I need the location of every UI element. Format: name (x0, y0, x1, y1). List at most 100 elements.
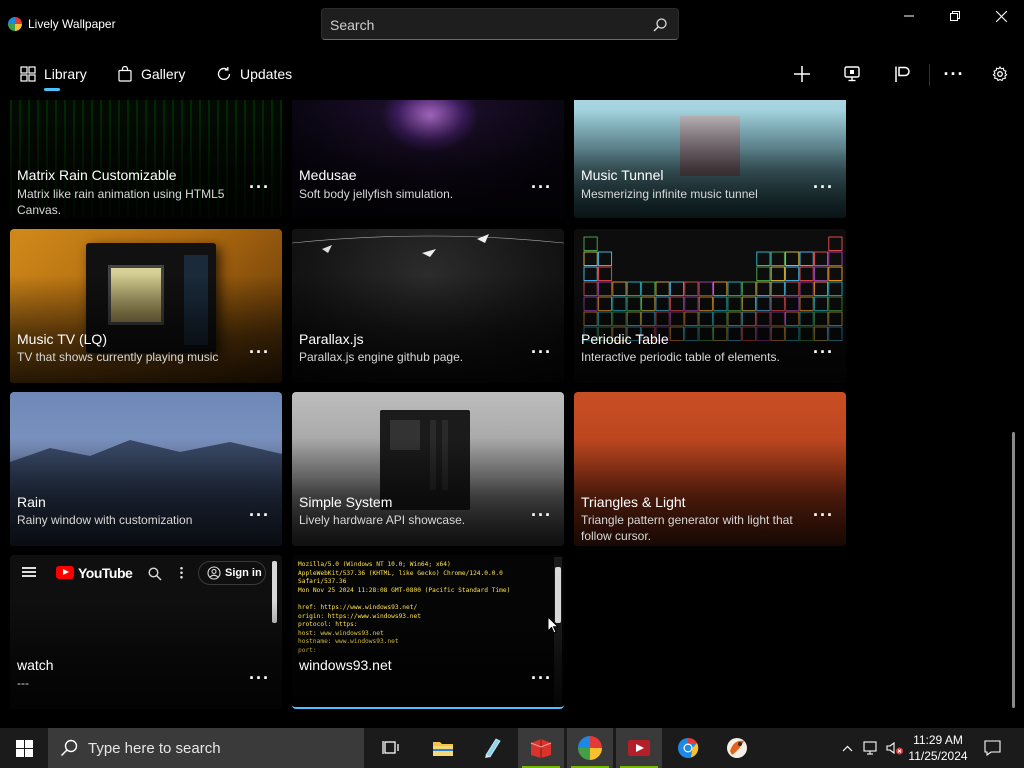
taskbar-search-box[interactable]: Type here to search (48, 728, 364, 768)
tab-updates[interactable]: Updates (216, 60, 292, 88)
show-hidden-icons-button[interactable] (838, 728, 856, 768)
wallpaper-card-parallax[interactable]: Parallax.js Parallax.js engine github pa… (292, 229, 564, 383)
card-more-button[interactable]: ··· (531, 343, 552, 361)
search-icon (60, 739, 78, 757)
card-title: Periodic Table (581, 331, 669, 347)
card-more-button[interactable]: ··· (249, 506, 270, 524)
title-bar: Lively Wallpaper (0, 0, 1024, 48)
card-more-button[interactable]: ··· (813, 506, 834, 524)
tab-updates-label: Updates (240, 66, 293, 82)
clock-time: 11:29 AM (913, 733, 963, 747)
taskbar-chrome[interactable] (665, 728, 711, 768)
wallpaper-card-medusae[interactable]: Medusae Soft body jellyfish simulation. … (292, 100, 564, 218)
search-input[interactable] (330, 15, 630, 35)
folder-icon (433, 742, 453, 756)
card-description: Triangle pattern generator with light th… (581, 513, 793, 543)
card-description: Interactive periodic table of elements. (581, 350, 780, 364)
wallpaper-card-windows93[interactable]: Mozilla/5.0 (Windows NT 10.0; Win64; x64… (292, 555, 564, 709)
card-title: Medusae (299, 167, 357, 183)
close-button[interactable] (978, 0, 1024, 32)
search-icon (148, 567, 162, 581)
card-more-button[interactable]: ··· (531, 669, 552, 687)
card-title: Music TV (LQ) (17, 331, 107, 347)
taskbar-app-pencil[interactable] (469, 728, 515, 768)
wallpaper-grid: Matrix Rain Customizable Matrix like rai… (0, 100, 1012, 724)
card-more-button[interactable]: ··· (813, 343, 834, 361)
flag-icon (895, 66, 910, 82)
taskbar-lively-wallpaper[interactable] (567, 728, 613, 768)
card-title: windows93.net (299, 657, 392, 673)
tab-library[interactable]: Library (20, 60, 87, 88)
lively-logo-icon (578, 736, 602, 760)
card-more-button[interactable]: ··· (531, 178, 552, 196)
card-description: Mesmerizing infinite music tunnel (581, 187, 758, 201)
screensaver-button[interactable] (890, 62, 914, 86)
clock-date: 11/25/2024 (908, 749, 968, 763)
restore-icon (950, 11, 960, 21)
taskbar-file-explorer[interactable] (420, 728, 466, 768)
taskbar-clock[interactable]: 11:29 AM 11/25/2024 (900, 732, 976, 764)
windows-logo-icon (15, 739, 33, 757)
chrome-icon (678, 737, 699, 758)
minimize-button[interactable] (886, 0, 932, 32)
card-title: Parallax.js (299, 331, 364, 347)
red-book-icon (530, 739, 552, 758)
add-wallpaper-button[interactable] (790, 62, 814, 86)
restore-button[interactable] (932, 0, 978, 32)
toolbar-divider (929, 64, 930, 86)
card-description: Matrix like rain animation using HTML5 C… (17, 187, 225, 217)
wallpaper-card-matrix-rain[interactable]: Matrix Rain Customizable Matrix like rai… (10, 100, 282, 218)
card-more-button[interactable]: ··· (813, 178, 834, 196)
card-more-button[interactable]: ··· (531, 506, 552, 524)
wallpaper-card-music-tunnel[interactable]: Music Tunnel Mesmerizing infinite music … (574, 100, 846, 218)
mouse-cursor-icon (547, 616, 559, 634)
kebab-menu-icon (180, 566, 183, 579)
card-more-button[interactable]: ··· (249, 669, 270, 687)
lively-logo-icon (8, 17, 22, 31)
search-box[interactable] (321, 8, 679, 40)
wallpaper-card-simple-system[interactable]: Simple System Lively hardware API showca… (292, 392, 564, 546)
grid-scrollbar[interactable] (1012, 432, 1015, 708)
active-tab-indicator (44, 88, 60, 91)
action-center-button[interactable] (978, 728, 1006, 768)
more-options-button[interactable]: ··· (942, 62, 966, 86)
wallpaper-card-periodic-table[interactable]: Periodic Table Interactive periodic tabl… (574, 229, 846, 383)
library-icon (20, 66, 36, 82)
search-icon[interactable] (652, 17, 668, 33)
card-description: Rainy window with customization (17, 513, 193, 527)
card-more-button[interactable]: ··· (249, 343, 270, 361)
card-title: Simple System (299, 494, 393, 510)
tab-gallery[interactable]: Gallery (117, 60, 185, 88)
wallpaper-card-triangles-light[interactable]: Triangles & Light Triangle pattern gener… (574, 392, 846, 546)
youtube-logo-text: YouTube (78, 565, 133, 581)
wallpaper-card-watch[interactable]: YouTube Sign in watch --- ··· (10, 555, 282, 709)
minimize-icon (904, 15, 914, 17)
taskbar-app-red[interactable] (518, 728, 564, 768)
network-tray-icon[interactable] (860, 728, 882, 768)
start-button[interactable] (0, 728, 48, 768)
card-title: Matrix Rain Customizable (17, 167, 177, 183)
wallpaper-card-rain[interactable]: Rain Rainy window with customization ··· (10, 392, 282, 546)
wallpaper-card-music-tv[interactable]: Music TV (LQ) TV that shows currently pl… (10, 229, 282, 383)
control-panel-button[interactable] (840, 62, 864, 86)
taskbar-app-orange[interactable] (714, 728, 760, 768)
shopping-bag-icon (118, 66, 132, 82)
close-icon (995, 10, 1007, 22)
chevron-up-icon (842, 745, 852, 751)
taskbar-app-media[interactable] (616, 728, 662, 768)
card-description: TV that shows currently playing music (17, 350, 219, 364)
card-more-button[interactable]: ··· (249, 178, 270, 196)
refresh-icon (217, 67, 231, 81)
youtube-logo-icon (56, 566, 74, 579)
user-circle-icon (207, 566, 221, 580)
settings-button[interactable] (988, 62, 1012, 86)
card-description: Lively hardware API showcase. (299, 513, 466, 527)
card-title: Music Tunnel (581, 167, 664, 183)
nav-bar: Library Gallery Updates ··· (0, 48, 1024, 100)
card-title: watch (17, 657, 54, 673)
app-title: Lively Wallpaper (28, 17, 116, 31)
card-description: --- (17, 676, 29, 690)
card-title: Rain (17, 494, 46, 510)
tab-gallery-label: Gallery (141, 66, 186, 82)
task-view-button[interactable] (368, 728, 414, 768)
